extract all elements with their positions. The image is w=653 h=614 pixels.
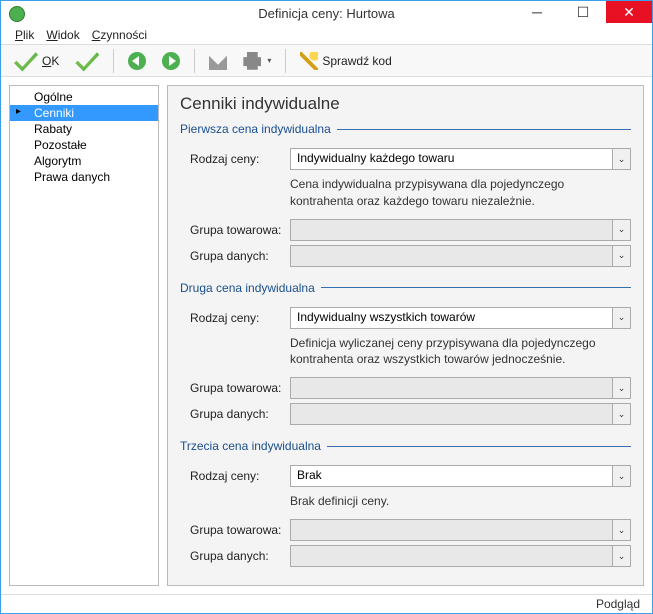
grupa-tow-combo[interactable]: ⌄: [290, 219, 631, 241]
check-icon: [75, 49, 99, 73]
sidebar-item-rabaty[interactable]: Rabaty: [10, 121, 158, 137]
rodzaj-label: Rodzaj ceny:: [190, 311, 290, 325]
chevron-down-icon[interactable]: ⌄: [612, 404, 630, 424]
chevron-down-icon[interactable]: ⌄: [612, 546, 630, 566]
rodzaj-combo[interactable]: Indywidualny każdego towaru ⌄: [290, 148, 631, 170]
back-button[interactable]: [123, 49, 151, 73]
chevron-down-icon[interactable]: ⌄: [612, 149, 630, 169]
page-title: Cenniki indywidualne: [180, 94, 631, 114]
titlebar[interactable]: Definicja ceny: Hurtowa ─ ☐ ✕: [1, 1, 652, 26]
chevron-down-icon: ▾: [267, 56, 271, 65]
rodzaj-desc: Cena indywidualna przypisywana dla pojed…: [290, 176, 610, 208]
app-icon: [9, 6, 25, 22]
sidebar-item-pozostale[interactable]: Pozostałe: [10, 137, 158, 153]
rodzaj-combo[interactable]: Brak ⌄: [290, 465, 631, 487]
grupa-tow-combo[interactable]: ⌄: [290, 377, 631, 399]
chevron-down-icon[interactable]: ⌄: [612, 378, 630, 398]
forward-button[interactable]: [157, 49, 185, 73]
rodzaj-label: Rodzaj ceny:: [190, 152, 290, 166]
section-pierwsza: Pierwsza cena indywidualna Rodzaj ceny: …: [180, 122, 631, 270]
apply-button[interactable]: [70, 46, 104, 76]
check-icon: [14, 49, 38, 73]
chevron-down-icon[interactable]: ⌄: [612, 220, 630, 240]
separator: [113, 49, 114, 73]
separator: [194, 49, 195, 73]
section-druga: Druga cena indywidualna Rodzaj ceny: Ind…: [180, 281, 631, 429]
sidebar: Ogólne Cenniki Rabaty Pozostałe Algorytm…: [9, 85, 159, 586]
rodzaj-desc: Definicja wyliczanej ceny przypisywana d…: [290, 335, 610, 367]
section-legend: Druga cena indywidualna: [180, 281, 321, 295]
menu-widok[interactable]: Widok: [46, 28, 79, 42]
wand-icon: [300, 52, 318, 70]
main-panel: Cenniki indywidualne Pierwsza cena indyw…: [167, 85, 644, 586]
grupa-dan-label: Grupa danych:: [190, 549, 290, 563]
grupa-tow-label: Grupa towarowa:: [190, 381, 290, 395]
sidebar-item-cenniki[interactable]: Cenniki: [10, 105, 158, 121]
arrow-right-icon: [162, 52, 180, 70]
maximize-button[interactable]: ☐: [560, 1, 606, 23]
check-code-button[interactable]: Sprawdź kod: [295, 49, 396, 73]
status-text: Podgląd: [596, 597, 640, 611]
ok-button[interactable]: OK: [9, 46, 64, 76]
grupa-dan-label: Grupa danych:: [190, 407, 290, 421]
rodzaj-label: Rodzaj ceny:: [190, 469, 290, 483]
section-trzecia: Trzecia cena indywidualna Rodzaj ceny: B…: [180, 439, 631, 571]
grupa-tow-label: Grupa towarowa:: [190, 223, 290, 237]
printer-icon: [243, 52, 261, 70]
sidebar-item-ogolne[interactable]: Ogólne: [10, 89, 158, 105]
chevron-down-icon[interactable]: ⌄: [612, 466, 630, 486]
rodzaj-combo[interactable]: Indywidualny wszystkich towarów ⌄: [290, 307, 631, 329]
chevron-down-icon[interactable]: ⌄: [612, 308, 630, 328]
grupa-dan-combo[interactable]: ⌄: [290, 403, 631, 425]
menubar: Plik Widok Czynności: [1, 26, 652, 45]
chevron-down-icon[interactable]: ⌄: [612, 246, 630, 266]
grupa-tow-label: Grupa towarowa:: [190, 523, 290, 537]
section-legend: Pierwsza cena indywidualna: [180, 122, 337, 136]
grupa-tow-combo[interactable]: ⌄: [290, 519, 631, 541]
chevron-down-icon[interactable]: ⌄: [612, 520, 630, 540]
minimize-button[interactable]: ─: [514, 1, 560, 23]
sidebar-item-algorytm[interactable]: Algorytm: [10, 153, 158, 169]
menu-plik[interactable]: Plik: [15, 28, 34, 42]
grupa-dan-combo[interactable]: ⌄: [290, 545, 631, 567]
toolbar: OK ▾ Sprawdź kod: [1, 45, 652, 77]
section-legend: Trzecia cena indywidualna: [180, 439, 327, 453]
grupa-dan-label: Grupa danych:: [190, 249, 290, 263]
arrow-left-icon: [128, 52, 146, 70]
sidebar-item-prawa-danych[interactable]: Prawa danych: [10, 169, 158, 185]
menu-czynnosci[interactable]: Czynności: [92, 28, 147, 42]
close-button[interactable]: ✕: [606, 1, 652, 23]
grupa-dan-combo[interactable]: ⌄: [290, 245, 631, 267]
rodzaj-desc: Brak definicji ceny.: [290, 493, 610, 509]
statusbar: Podgląd: [1, 594, 652, 613]
tools-icon: [209, 52, 227, 70]
separator: [285, 49, 286, 73]
tools-button[interactable]: [204, 49, 232, 73]
check-code-label: Sprawdź kod: [322, 54, 391, 68]
print-button[interactable]: ▾: [238, 49, 276, 73]
